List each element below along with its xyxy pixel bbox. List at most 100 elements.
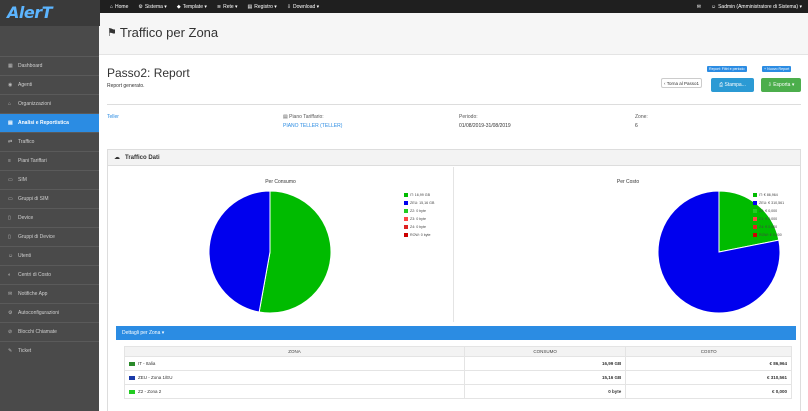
plan-link[interactable]: PIANO TELLER (TELLER): [283, 123, 342, 129]
sidebar-item-notifiche-app[interactable]: ✉ Notifiche App: [0, 284, 99, 303]
legend-entry[interactable]: Z3: € 0,000: [753, 215, 784, 223]
topnav-label: Download ▾: [293, 3, 320, 10]
topnav-home[interactable]: ⌂ Home: [110, 4, 128, 10]
sidebar-item-label: Blocchi Chiamate: [18, 329, 57, 335]
legend-swatch: [404, 201, 408, 205]
top-navbar: ⌂ Home ⚙ Sistema ▾ ◆ Template ▾ ≋ Rete ▾ ▤ Regist…: [0, 0, 808, 13]
sidebar-item-label: SIM: [18, 177, 27, 183]
sidebar-item-ticket[interactable]: ✎ Ticket: [0, 341, 99, 360]
cost-cell: € 310,561: [625, 370, 792, 385]
ticket-icon: ✎: [8, 348, 13, 354]
step-title: Passo2: Report: [107, 66, 190, 80]
topnav-label: Rete ▾: [223, 3, 238, 10]
zone-cell: ZEU - Zona 1/EU: [124, 370, 465, 385]
divider: [107, 104, 801, 105]
column-header[interactable]: CONSUMO: [463, 346, 627, 357]
legend-entry[interactable]: IT: € 86,964: [753, 191, 784, 199]
wifi-icon: ≋: [216, 3, 222, 10]
page-header: ⚑ Traffico per Zona: [99, 13, 808, 55]
info-period: Periodo: 01/08/2019-31/08/2019: [459, 114, 511, 129]
page-title: ⚑ Traffico per Zona: [107, 25, 218, 40]
sidebar-item-gruppi-di-device[interactable]: ▯ Gruppi di Device: [0, 227, 99, 246]
sidebar-item-label: Dashboard: [18, 63, 43, 69]
pie-slice-zeu[interactable]: [208, 190, 271, 313]
zones-label: Zone:: [635, 114, 648, 120]
sidebar-item-piani-tariffari[interactable]: ≡ Piani Tariffari: [0, 151, 99, 170]
panel-title: Traffico Dati: [125, 154, 160, 161]
print-button[interactable]: ⎙ Stampa...: [711, 78, 754, 92]
app-logo[interactable]: AlerT: [0, 0, 100, 26]
legend-label: Z3: € 0,000: [759, 217, 778, 221]
sidebar-item-sim[interactable]: ▭ SIM: [0, 170, 99, 189]
cloud-icon: ☁: [114, 155, 120, 161]
user-icon: ☺: [8, 253, 14, 259]
list-icon: ▤: [247, 3, 253, 10]
column-header[interactable]: COSTO: [625, 346, 792, 357]
legend-entry[interactable]: Z2: 0 byte: [404, 207, 434, 215]
consumption-cell: 0 byte: [463, 384, 627, 399]
legend-label: IT: € 86,964: [759, 193, 778, 197]
table-row: Z2 - Zona 2 0 byte € 0,000: [124, 384, 792, 399]
legend-entry[interactable]: Z4: € 0,000: [753, 223, 784, 231]
legend-entry[interactable]: ZEU: € 310,561: [753, 199, 784, 207]
details-table: ZONA CONSUMO COSTO IT - Italia 16,99 GB € 86…: [124, 346, 792, 399]
sidebar-item-label: Centri di Costo: [18, 272, 52, 278]
topnav-sistema[interactable]: ⚙ Sistema ▾: [138, 4, 166, 10]
sidebar-item-analisi-e-reportistica[interactable]: ▤ Analisi e Reportistica: [0, 113, 99, 132]
top-menu: ⌂ Home ⚙ Sistema ▾ ◆ Template ▾ ≋ Rete ▾ ▤ Regist…: [100, 0, 319, 13]
org-link[interactable]: Teller: [107, 114, 119, 120]
sidebar-item-agenti[interactable]: ◉ Agenti: [0, 75, 99, 94]
sidebar-item-traffico[interactable]: ⇄ Traffico: [0, 132, 99, 151]
topnav-rete[interactable]: ≋ Rete ▾: [217, 4, 238, 10]
legend-entry[interactable]: IT: 16,99 GB: [404, 191, 434, 199]
megaphone-icon[interactable]: ✉: [697, 4, 701, 10]
page-title-text: Traffico per Zona: [119, 25, 219, 40]
user-icon: ☺: [710, 3, 717, 10]
user-menu[interactable]: Sadmin (Amministratore di Sistema) ▾: [718, 4, 802, 10]
flag-icon: ⚑: [107, 27, 117, 39]
autoconfig-icon: ⚙: [8, 310, 13, 316]
new-report-button[interactable]: + Nuovo Report: [762, 66, 792, 72]
flag-icon: [129, 389, 135, 394]
legend-entry[interactable]: Z4: 0 byte: [404, 223, 434, 231]
back-button[interactable]: ‹ Torna al Passo1: [661, 78, 702, 88]
zone-name: IT - Italia: [138, 361, 156, 366]
home-icon: ⌂: [110, 3, 114, 10]
topnav-registro[interactable]: ▤ Registro ▾: [248, 4, 277, 10]
consumption-cell: 15,16 GB: [463, 370, 627, 385]
legend-swatch: [404, 217, 408, 221]
cost-cell: € 86,964: [625, 356, 792, 371]
column-header[interactable]: ZONA: [124, 346, 465, 357]
sidebar-item-utenti[interactable]: ☺ Utenti: [0, 246, 99, 265]
sidebar-item-gruppi-di-sim[interactable]: ▭ Gruppi di SIM: [0, 189, 99, 208]
topnav-template[interactable]: ◆ Template ▾: [177, 4, 207, 10]
legend-swatch: [753, 201, 757, 205]
details-toggle[interactable]: Dettagli per Zona ▾: [116, 326, 796, 340]
sidebar-item-dashboard[interactable]: ▦ Dashboard: [0, 56, 99, 75]
sidebar-item-organizzazioni[interactable]: ⌂ Organizzazioni: [0, 94, 99, 113]
chart-icon: ▤: [8, 120, 13, 126]
sidebar-item-autoconfigurazioni[interactable]: ⚙ Autoconfigurazioni: [0, 303, 99, 322]
legend-entry[interactable]: ZEU: 15,16 GB: [404, 199, 434, 207]
consumption-cell: 16,99 GB: [463, 356, 627, 371]
legend-swatch: [404, 193, 408, 197]
report-filter-button[interactable]: Report: Filtri e periodo: [707, 66, 747, 72]
traffic-panel: ☁ Traffico Dati Per Consumo IT: 16,99 GB…: [107, 149, 801, 411]
traffic-icon: ⇄: [8, 139, 13, 145]
legend-entry[interactable]: ROW: 0 byte: [404, 231, 434, 239]
legend-label: ROW: 0 byte: [410, 233, 431, 237]
export-button[interactable]: ⇩ Esporta ▾: [761, 78, 801, 92]
gear-icon: ⚙: [138, 3, 143, 10]
legend-entry[interactable]: Z2: € 0,000: [753, 207, 784, 215]
sidebar-item-centri-di-costo[interactable]: ◐ Centri di Costo: [0, 265, 99, 284]
sidebar-item-blocchi-chiamate[interactable]: ⊘ Blocchi Chiamate: [0, 322, 99, 341]
legend-swatch: [404, 225, 408, 229]
topnav-download[interactable]: ⇩ Download ▾: [287, 4, 319, 10]
period-value: 01/08/2019-31/08/2019: [459, 123, 511, 129]
zones-value: 6: [635, 123, 638, 129]
legend-entry[interactable]: ROW: € 0,000: [753, 231, 784, 239]
legend-label: ZEU: € 310,561: [759, 201, 785, 205]
step-subtitle: Report generato.: [107, 83, 145, 89]
sidebar-item-device[interactable]: ▯ Device: [0, 208, 99, 227]
legend-entry[interactable]: Z3: 0 byte: [404, 215, 434, 223]
